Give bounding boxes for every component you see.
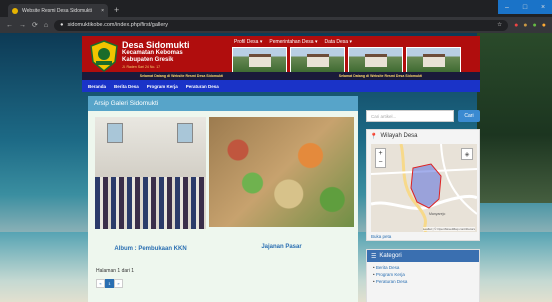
site-address: Jl. Raden Sari 24 No. 17	[122, 65, 161, 69]
pager-prev-button[interactable]: «	[96, 279, 105, 288]
map-attribution[interactable]: Leaflet | © OpenStreetMap contributors	[422, 227, 475, 231]
category-item[interactable]: Program Kerja	[373, 272, 473, 277]
gallery-heading: Arsip Galeri Sidomukti	[88, 96, 358, 111]
nav-berita-desa[interactable]: Berita Desa	[114, 84, 139, 89]
village-hall-photo	[406, 47, 461, 73]
tab-title: Website Resmi Desa Sidomukti	[22, 7, 92, 14]
extension-icon[interactable]: ●	[523, 22, 527, 29]
pager-page-button[interactable]: 1	[105, 279, 114, 288]
category-heading: ☰ Kategori	[367, 250, 479, 262]
gallery-caption[interactable]: Jajanan Pasar	[209, 244, 354, 250]
nav-peraturan-desa[interactable]: Peraturan Desa	[186, 84, 219, 89]
village-map[interactable]: + − ◈ Manyarejo Leaflet | © OpenStreetMa…	[371, 144, 477, 232]
main-nav: Beranda Berita Desa Program Kerja Peratu…	[82, 80, 480, 92]
home-icon[interactable]: ⌂	[44, 22, 48, 29]
new-tab-button[interactable]: +	[114, 5, 119, 15]
site-subtitle-kecamatan: Kecamatan Kebomas	[122, 50, 183, 56]
website: Desa Sidomukti Kecamatan Kebomas Kabupat…	[82, 36, 480, 302]
reload-icon[interactable]: ⟳	[32, 21, 38, 29]
gallery-photo-jajanan-pasar[interactable]	[209, 117, 354, 227]
menu-profil-desa[interactable]: Profil Desa ▾	[234, 39, 262, 45]
photo-window	[107, 123, 123, 143]
category-heading-text: Kategori	[379, 253, 402, 259]
browser-tab[interactable]: Website Resmi Desa Sidomukti ×	[8, 4, 108, 17]
map-panel: 📍 Wilayah Desa + − ◈ Manyarejo Leaflet |…	[366, 129, 480, 241]
layers-icon[interactable]: ◈	[461, 148, 473, 160]
extension-icons: ● ● ● ●	[514, 22, 546, 29]
extension-icon[interactable]: ●	[514, 22, 518, 29]
zoom-in-button[interactable]: +	[376, 149, 385, 158]
marquee-text: Selamat Datang di Website Resmi Desa Sid…	[338, 74, 423, 78]
site-subtitle-kabupaten: Kabupaten Gresik	[122, 57, 174, 63]
close-tab-icon[interactable]: ×	[101, 8, 104, 14]
bookmark-star-icon[interactable]: ☆	[497, 22, 502, 28]
map-place-label: Manyarejo	[429, 212, 446, 216]
search-form: Cari artikel... Cari	[366, 110, 480, 122]
gallery-photo-pembukaan-kkn[interactable]	[95, 117, 206, 229]
category-panel: ☰ Kategori Berita Desa Program Kerja Per…	[366, 249, 480, 302]
gallery-caption[interactable]: Album : Pembukaan KKN	[95, 246, 206, 252]
search-input[interactable]: Cari artikel...	[366, 110, 454, 122]
list-icon: ☰	[371, 253, 377, 260]
site-header: Desa Sidomukti Kecamatan Kebomas Kabupat…	[82, 36, 480, 80]
category-list: Berita Desa Program Kerja Peraturan Desa	[367, 262, 479, 289]
page-viewport: Desa Sidomukti Kecamatan Kebomas Kabupat…	[0, 33, 552, 302]
photo-room	[95, 117, 206, 177]
url-text: sidomuktikobe.com/index.php/first/galler…	[67, 22, 169, 28]
photo-group	[95, 177, 206, 229]
close-window-button[interactable]: ×	[534, 0, 552, 14]
search-button[interactable]: Cari	[458, 110, 480, 122]
nav-beranda[interactable]: Beranda	[88, 84, 106, 89]
menu-pemerintahan-desa[interactable]: Pemerintahan Desa ▾	[269, 39, 317, 45]
page-info: Halaman 1 dari 1	[96, 268, 135, 274]
forward-icon[interactable]: →	[19, 22, 26, 29]
site-favicon-icon	[12, 7, 18, 14]
menu-data-desa[interactable]: Data Desa ▾	[324, 39, 352, 45]
profile-avatar-icon[interactable]: ●	[542, 22, 546, 29]
village-hall-photo	[348, 47, 403, 73]
map-pin-icon: 📍	[370, 133, 378, 140]
nav-program-kerja[interactable]: Program Kerja	[147, 84, 178, 89]
category-item[interactable]: Berita Desa	[373, 265, 473, 270]
header-photos	[232, 47, 461, 73]
back-icon[interactable]: ←	[6, 22, 13, 29]
background-island	[477, 33, 552, 203]
top-menu: Profil Desa ▾ Pemerintahan Desa ▾ Data D…	[234, 39, 352, 45]
window-controls: – □ ×	[498, 0, 552, 14]
marquee-text: Selamat Datang di Website Resmi Desa Sid…	[139, 74, 224, 78]
minimize-button[interactable]: –	[498, 0, 516, 14]
village-hall-photo	[232, 47, 287, 73]
site-title: Desa Sidomukti	[122, 40, 190, 50]
lock-icon: ●	[60, 22, 64, 28]
url-field[interactable]: ● sidomuktikobe.com/index.php/first/gall…	[54, 19, 509, 31]
welcome-marquee: Selamat Datang di Website Resmi Desa Sid…	[82, 72, 480, 80]
maximize-button[interactable]: □	[516, 0, 534, 14]
browser-tabbar: Website Resmi Desa Sidomukti × + – □ ×	[0, 0, 552, 17]
address-bar: ← → ⟳ ⌂ ● sidomuktikobe.com/index.php/fi…	[0, 17, 552, 33]
map-heading-text: Wilayah Desa	[380, 133, 418, 139]
open-map-link[interactable]: Buka peta	[371, 234, 391, 239]
pagination: « 1 »	[96, 279, 123, 288]
map-heading: 📍 Wilayah Desa	[367, 130, 479, 142]
photo-window	[177, 123, 193, 143]
extension-icon[interactable]: ●	[533, 22, 537, 29]
zoom-out-button[interactable]: −	[376, 158, 385, 167]
category-item[interactable]: Peraturan Desa	[373, 279, 473, 284]
gresik-emblem-logo[interactable]	[90, 40, 118, 72]
gallery-panel: Arsip Galeri Sidomukti Album : Pembukaan…	[88, 96, 358, 302]
village-hall-photo	[290, 47, 345, 73]
map-zoom-controls: + −	[375, 148, 386, 168]
pager-next-button[interactable]: »	[114, 279, 123, 288]
